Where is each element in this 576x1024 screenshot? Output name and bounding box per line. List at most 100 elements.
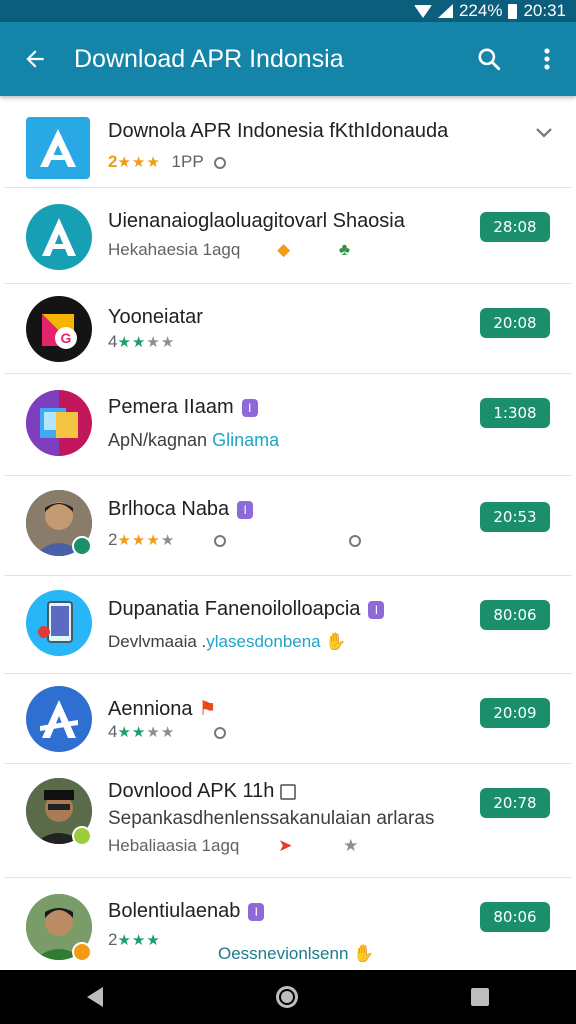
app-meta-text: Devlvmaaia . bbox=[108, 632, 207, 651]
clock-icon bbox=[214, 534, 226, 547]
verified-icon bbox=[72, 826, 92, 846]
nav-recents-icon[interactable] bbox=[471, 988, 490, 1006]
app-description: Sepankasdhenlenssakanulaian arlaras bbox=[108, 808, 435, 829]
more-options-button[interactable] bbox=[518, 22, 576, 96]
app-category-link[interactable]: ylasesdonbena bbox=[206, 632, 320, 651]
app-icon: G bbox=[26, 296, 92, 362]
wifi-icon bbox=[413, 4, 432, 18]
rating-stars: ★★★ bbox=[117, 154, 161, 171]
list-item[interactable]: G Yooneiatar 4★★★★ 20:08 bbox=[4, 284, 572, 374]
battery-icon bbox=[508, 3, 518, 19]
app-name: Yooneiatar bbox=[108, 306, 203, 328]
signal-icon bbox=[437, 4, 453, 18]
install-button[interactable]: 28:08 bbox=[480, 212, 550, 242]
install-button[interactable]: 20:08 bbox=[480, 308, 550, 338]
app-meta: Hekahaesia 1agq ◆ ♣ bbox=[108, 240, 350, 260]
star-icon: ★ bbox=[343, 836, 359, 855]
app-meta-text: Hebaliaasia 1agq bbox=[108, 836, 240, 855]
app-meta: 2★★★ bbox=[108, 930, 161, 950]
list-item[interactable]: Bolentiulaenab I 2★★★ Oessnevionlsenn ✋ 8… bbox=[4, 878, 572, 970]
app-icon bbox=[26, 390, 92, 456]
install-button[interactable]: 20:53 bbox=[480, 502, 550, 532]
clock-icon bbox=[348, 534, 361, 547]
app-name: Dovnlood APK 11h bbox=[108, 780, 297, 803]
leaf-icon: ♣ bbox=[338, 240, 351, 259]
search-button[interactable] bbox=[460, 22, 518, 96]
app-icon bbox=[26, 686, 92, 752]
app-meta: Devlvmaaia .ylasesdonbena ✋ bbox=[108, 632, 347, 652]
app-meta-text: Hekahaesia 1agq bbox=[108, 240, 241, 259]
search-icon bbox=[478, 48, 501, 71]
list-item[interactable]: Dovnlood APK 11h Sepankasdhenlenssakanul… bbox=[4, 764, 572, 878]
app-meta: ApN/kagnan Glinama bbox=[108, 430, 279, 451]
hand-icon: ✋ bbox=[325, 632, 347, 651]
app-bar: Download APR Indonsia bbox=[0, 22, 576, 96]
app-name-text: Dupanatia Fanenoilolloapcia bbox=[108, 598, 361, 620]
page-title: Download APR Indonsia bbox=[74, 44, 344, 73]
install-button[interactable]: 80:06 bbox=[480, 902, 550, 932]
badge: I bbox=[237, 500, 254, 519]
list-item[interactable]: Dupanatia Fanenoilolloapcia I Devlvmaaia … bbox=[4, 576, 572, 674]
app-category-link[interactable]: Oessnevionlsenn bbox=[218, 944, 348, 963]
app-name: Aenniona ⚑ bbox=[108, 696, 216, 721]
chevron-down-icon[interactable] bbox=[534, 126, 554, 140]
install-button[interactable]: 20:09 bbox=[480, 698, 550, 728]
badge: I bbox=[248, 902, 265, 921]
install-button[interactable]: 1:308 bbox=[480, 398, 550, 428]
list-item[interactable]: Aenniona ⚑ 4★★★★ 20:09 bbox=[4, 674, 572, 764]
back-button[interactable] bbox=[0, 22, 70, 96]
app-name: Brlhoca Naba I bbox=[108, 498, 254, 521]
app-name: Pemera IIaam I bbox=[108, 396, 258, 419]
featured-app-row[interactable]: Downola APR Indonesia fKthIdonauda 2★★★ … bbox=[4, 100, 572, 188]
app-icon bbox=[26, 590, 92, 656]
app-meta-text: ApN/kagnan bbox=[108, 430, 208, 450]
badge: I bbox=[241, 398, 258, 417]
tag-icon: ◆ bbox=[277, 240, 291, 259]
app-meta-extra: Oessnevionlsenn ✋ bbox=[218, 944, 374, 964]
list-item[interactable]: Brlhoca Naba I 2★★★★ 20:53 bbox=[4, 476, 572, 576]
app-meta: 4★★★★ bbox=[108, 722, 227, 742]
clock-icon bbox=[214, 726, 227, 739]
list-item[interactable]: Pemera IIaam I ApN/kagnan Glinama 1:308 bbox=[4, 374, 572, 476]
app-name: Dupanatia Fanenoilolloapcia I bbox=[108, 598, 385, 621]
verified-icon bbox=[72, 536, 92, 556]
nav-home-icon[interactable] bbox=[275, 986, 298, 1008]
app-icon bbox=[26, 204, 92, 270]
more-vert-icon bbox=[544, 48, 550, 70]
app-meta: 4★★★★ bbox=[108, 332, 175, 352]
badge: I bbox=[368, 600, 385, 619]
rating-stars: ★★★★ bbox=[117, 532, 176, 549]
system-nav-bar bbox=[0, 970, 576, 1024]
install-button[interactable]: 80:06 bbox=[480, 600, 550, 630]
rating-stars: ★★★ bbox=[117, 932, 161, 949]
app-name: Uienanaioglaoluagitovarl Shaosia bbox=[108, 210, 405, 232]
app-name-text: Aenniona bbox=[108, 698, 193, 720]
install-button[interactable]: 20:78 bbox=[480, 788, 550, 818]
app-name-text: Brlhoca Naba bbox=[108, 498, 230, 520]
battery-percent: 224% bbox=[458, 1, 503, 20]
app-meta: 2★★★★ bbox=[108, 530, 361, 550]
app-meta: Hebaliaasia 1agq ➤ ★ bbox=[108, 836, 358, 856]
rating-stars: ★★★★ bbox=[117, 334, 176, 351]
rating-stars: ★★★★ bbox=[117, 724, 176, 741]
status-bar: 224% 20:31 bbox=[0, 0, 576, 22]
featured-app-name: Downola APR Indonesia fKthIdonauda bbox=[108, 120, 449, 142]
app-store-icon bbox=[26, 117, 90, 179]
app-name-text: Pemera IIaam bbox=[108, 396, 234, 418]
featured-app-meta: 2★★★ 1PP bbox=[108, 152, 227, 172]
clock-time: 20:31 bbox=[523, 1, 566, 20]
info-icon bbox=[214, 156, 227, 169]
nav-back-icon[interactable] bbox=[86, 987, 103, 1007]
app-list: Downola APR Indonesia fKthIdonauda 2★★★ … bbox=[4, 100, 572, 970]
list-item[interactable]: Uienanaioglaoluagitovarl Shaosia Hekahae… bbox=[4, 188, 572, 284]
checkbox-icon[interactable] bbox=[280, 783, 297, 800]
arrow-left-icon bbox=[26, 50, 44, 68]
featured-app-size: 1PP bbox=[171, 152, 204, 171]
svg-text:G: G bbox=[61, 330, 72, 346]
send-icon: ➤ bbox=[278, 836, 293, 855]
app-name: Bolentiulaenab I bbox=[108, 900, 265, 923]
app-category-link[interactable]: Glinama bbox=[212, 430, 279, 450]
hand-icon: ✋ bbox=[353, 944, 375, 963]
pin-icon: ⚑ bbox=[198, 698, 217, 720]
app-name-text: Bolentiulaenab bbox=[108, 900, 241, 922]
